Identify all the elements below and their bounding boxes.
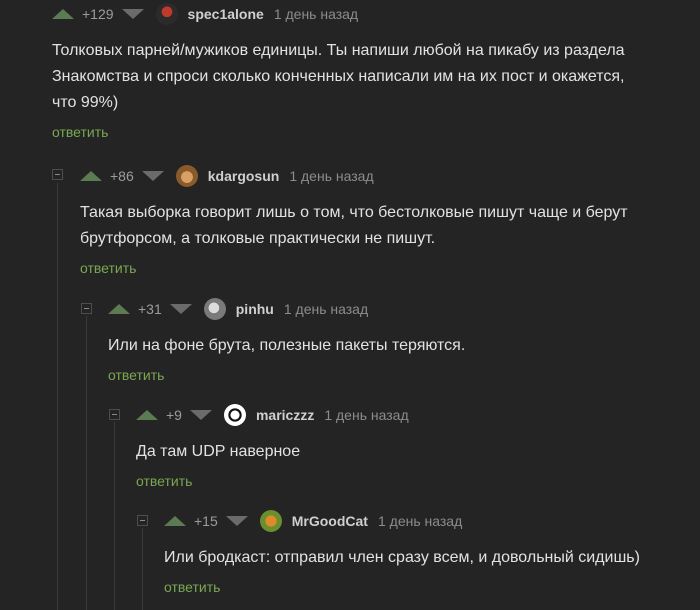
comment: +31 pinhu 1 день назад Или на фоне брута… — [108, 297, 692, 385]
thread-line — [86, 316, 87, 610]
thread-line — [142, 528, 143, 610]
thread-line — [114, 422, 115, 610]
avatar[interactable] — [223, 404, 246, 426]
comment-rating: +15 — [194, 513, 218, 529]
comment-text-line: Знакомства и спроси сколько конченных на… — [52, 68, 625, 85]
comment: +9 mariczzz 1 день назад Да там UDP наве… — [136, 403, 692, 491]
collapse-thread-button[interactable] — [81, 303, 92, 314]
reply-link[interactable]: ответить — [52, 124, 108, 140]
avatar[interactable] — [175, 165, 198, 187]
author-name[interactable]: spec1alone — [188, 6, 264, 22]
comment-time: 1 день назад — [377, 513, 463, 529]
downvote-arrow-icon[interactable] — [225, 516, 248, 526]
comment-time: 1 день назад — [273, 6, 359, 22]
upvote-arrow-icon[interactable] — [136, 410, 158, 420]
comment-header: +31 pinhu 1 день назад — [108, 297, 692, 321]
upvote-arrow-icon[interactable] — [80, 171, 102, 181]
comment-header: +9 mariczzz 1 день назад — [136, 403, 692, 427]
comment-text: Такая выборка говорит лишь о том, что бе… — [80, 200, 692, 252]
comment-text-line: Да там UDP наверное — [136, 443, 301, 460]
comment-text-line: Такая выборка говорит лишь о том, что бе… — [80, 204, 628, 221]
comment-text-line: что 99%) — [52, 94, 119, 111]
comment-text-line: брутфорсом, а толковые практически не пи… — [80, 230, 436, 247]
downvote-arrow-icon[interactable] — [189, 410, 212, 420]
author-name[interactable]: pinhu — [236, 301, 274, 317]
comment-text: Или бродкаст: отправил член сразу всем, … — [164, 545, 692, 571]
comment: +86 kdargosun 1 день назад Такая выборка… — [80, 164, 692, 278]
collapse-thread-button[interactable] — [137, 515, 148, 526]
comment-rating: +86 — [110, 168, 134, 184]
comment-time: 1 день назад — [324, 407, 409, 423]
comment-text: Да там UDP наверное — [136, 439, 692, 465]
comment-time: 1 день назад — [289, 168, 374, 184]
comment-rating: +9 — [166, 407, 182, 423]
collapse-thread-button[interactable] — [52, 169, 63, 180]
comment-text: Толковых парней/мужиков единицы. Ты напи… — [52, 38, 692, 116]
avatar[interactable] — [155, 3, 178, 25]
comment-header: +129 spec1alone 1 день назад — [52, 2, 692, 26]
downvote-arrow-icon[interactable] — [121, 9, 144, 19]
author-name[interactable]: kdargosun — [208, 168, 280, 184]
thread-line — [57, 183, 58, 610]
reply-link[interactable]: ответить — [80, 260, 136, 276]
avatar[interactable] — [259, 510, 282, 532]
reply-link[interactable]: ответить — [136, 473, 192, 489]
upvote-arrow-icon[interactable] — [108, 304, 130, 314]
comment-header: +86 kdargosun 1 день назад — [80, 164, 692, 188]
comment-text-line: Толковых парней/мужиков единицы. Ты напи… — [52, 42, 625, 59]
collapse-thread-button[interactable] — [109, 409, 120, 420]
upvote-arrow-icon[interactable] — [52, 9, 74, 19]
reply-link[interactable]: ответить — [108, 367, 164, 383]
comment-rating: +129 — [82, 6, 114, 22]
comment-text: Или на фоне брута, полезные пакеты теряю… — [108, 333, 692, 359]
comment-text-line: Или бродкаст: отправил член сразу всем, … — [164, 549, 640, 566]
comment: +129 spec1alone 1 день назад Толковых па… — [52, 2, 692, 142]
comment-time: 1 день назад — [283, 301, 369, 317]
author-name[interactable]: MrGoodCat — [292, 513, 368, 529]
downvote-arrow-icon[interactable] — [141, 171, 164, 181]
reply-link[interactable]: ответить — [164, 579, 220, 595]
avatar[interactable] — [203, 298, 226, 320]
comment: +15 MrGoodCat 1 день назад Или бродкаст:… — [164, 509, 692, 597]
comment-header: +15 MrGoodCat 1 день назад — [164, 509, 692, 533]
comment-text-line: Или на фоне брута, полезные пакеты теряю… — [108, 337, 466, 354]
upvote-arrow-icon[interactable] — [164, 516, 186, 526]
author-name[interactable]: mariczzz — [256, 407, 314, 423]
downvote-arrow-icon[interactable] — [169, 304, 192, 314]
comment-rating: +31 — [138, 301, 162, 317]
